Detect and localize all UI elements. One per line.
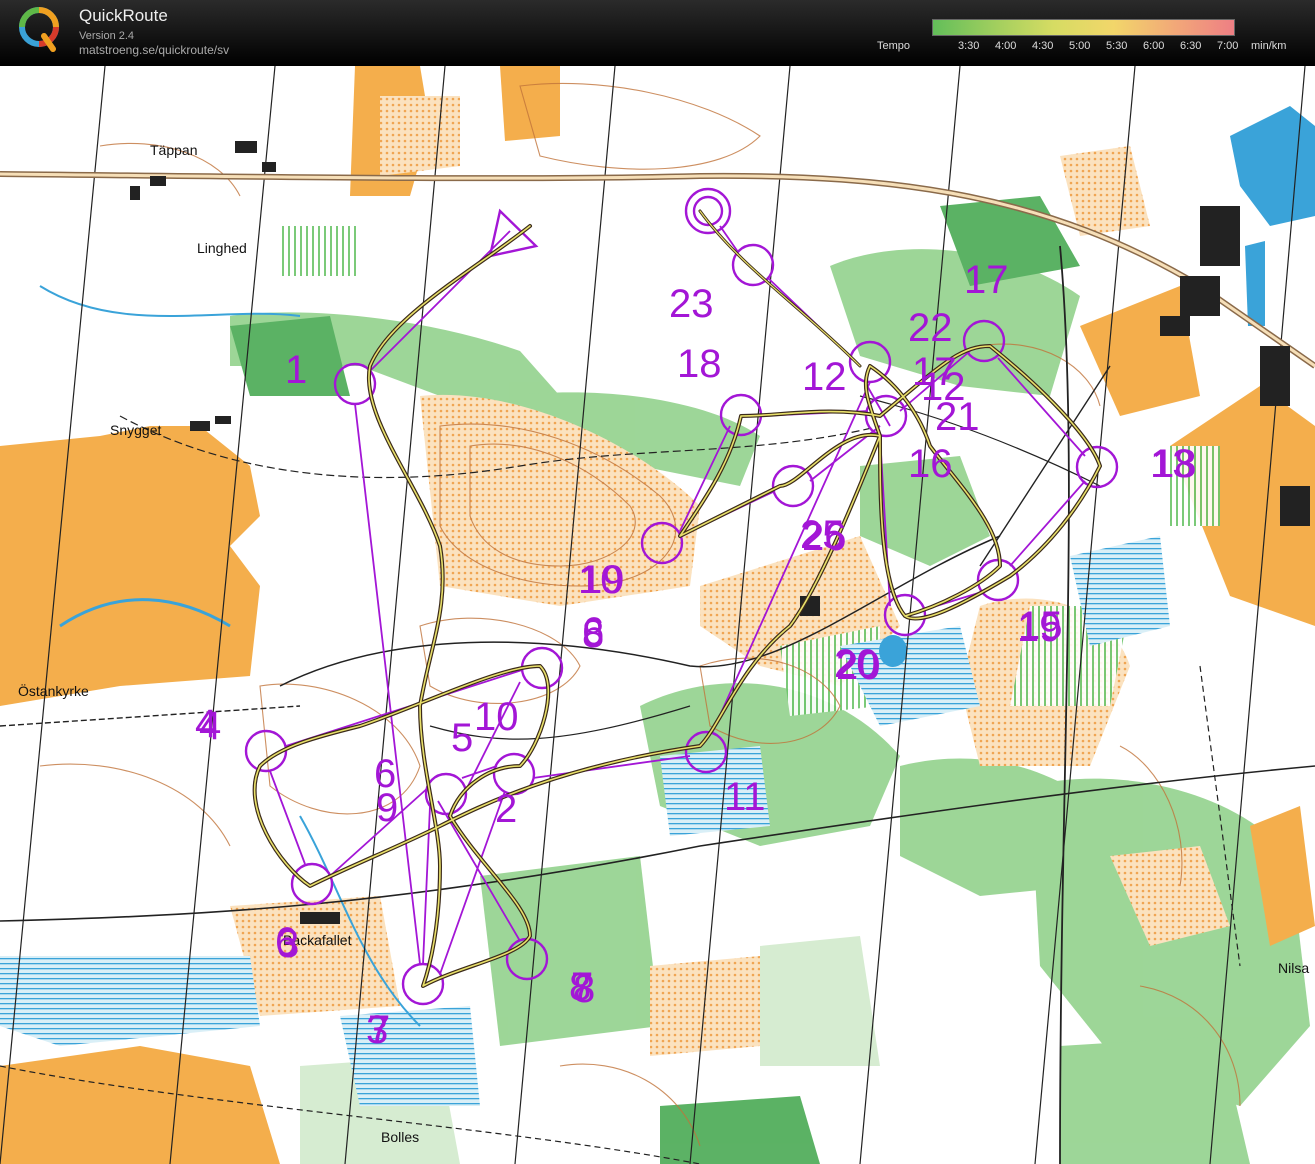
tempo-tick: 6:30 [1180,40,1202,52]
app-version: Version 2.4 [79,30,135,42]
control-number: 20 [836,644,881,688]
tempo-color-scale [932,19,1235,36]
control-number: 11 [724,775,766,819]
tempo-ticks: 3:30 4:00 4:30 5:00 5:30 6:00 6:30 7:00 … [946,40,1301,54]
map-graphics [0,66,1315,1164]
control-circle [731,243,775,287]
control-number: 17 [912,350,957,394]
control-number: 9 [376,786,399,830]
control-number: 22 [908,306,953,350]
control-number: 12 [802,355,847,399]
quickroute-logo-icon [18,6,60,52]
tempo-tick: 6:00 [1143,40,1165,52]
control-number: 23 [669,282,714,326]
orienteering-map[interactable]: Täppan Linghed Snygget Östankyrke Backaf… [0,66,1315,1164]
tempo-tick: 3:30 [958,40,980,52]
tempo-tick: 5:30 [1106,40,1128,52]
place-name: Snygget [110,422,162,438]
place-name: Östankyrke [18,683,89,699]
control-number: 1 [285,348,308,392]
control-number: 8 [573,967,596,1011]
control-number: 18 [677,342,722,386]
tempo-tick: 4:30 [1032,40,1054,52]
control-number: 10 [474,695,519,739]
place-name: Täppan [150,142,198,158]
tempo-tick: min/km [1251,40,1287,52]
control-number: 18 [1152,442,1197,486]
control-number: 3 [277,922,300,966]
control-number: 5 [451,716,474,760]
quickroute-window: QuickRoute Version 2.4 matstroeng.se/qui… [0,0,1315,1164]
control-number: 19 [580,558,625,602]
control-number: 2 [495,787,518,831]
control-number: 17 [964,258,1009,302]
control-number: 26 [802,515,847,559]
header-bar: QuickRoute Version 2.4 matstroeng.se/qui… [0,0,1315,66]
tempo-tick: 5:00 [1069,40,1091,52]
control-number: 7 [368,1008,391,1052]
tempo-label: Tempo [877,40,911,52]
control-number: 15 [1018,604,1063,648]
finish-circle-outer [684,187,732,235]
place-name: Bolles [381,1129,420,1145]
tempo-tick: 4:00 [995,40,1017,52]
place-name: Linghed [197,240,247,256]
tempo-tick: 7:00 [1217,40,1239,52]
app-url: matstroeng.se/quickroute/sv [79,43,230,57]
control-number: 8 [582,612,605,656]
control-number: 16 [908,442,953,486]
place-name: Nilsa [1278,960,1310,976]
app-title: QuickRoute [79,6,168,25]
control-number: 4 [199,704,222,748]
